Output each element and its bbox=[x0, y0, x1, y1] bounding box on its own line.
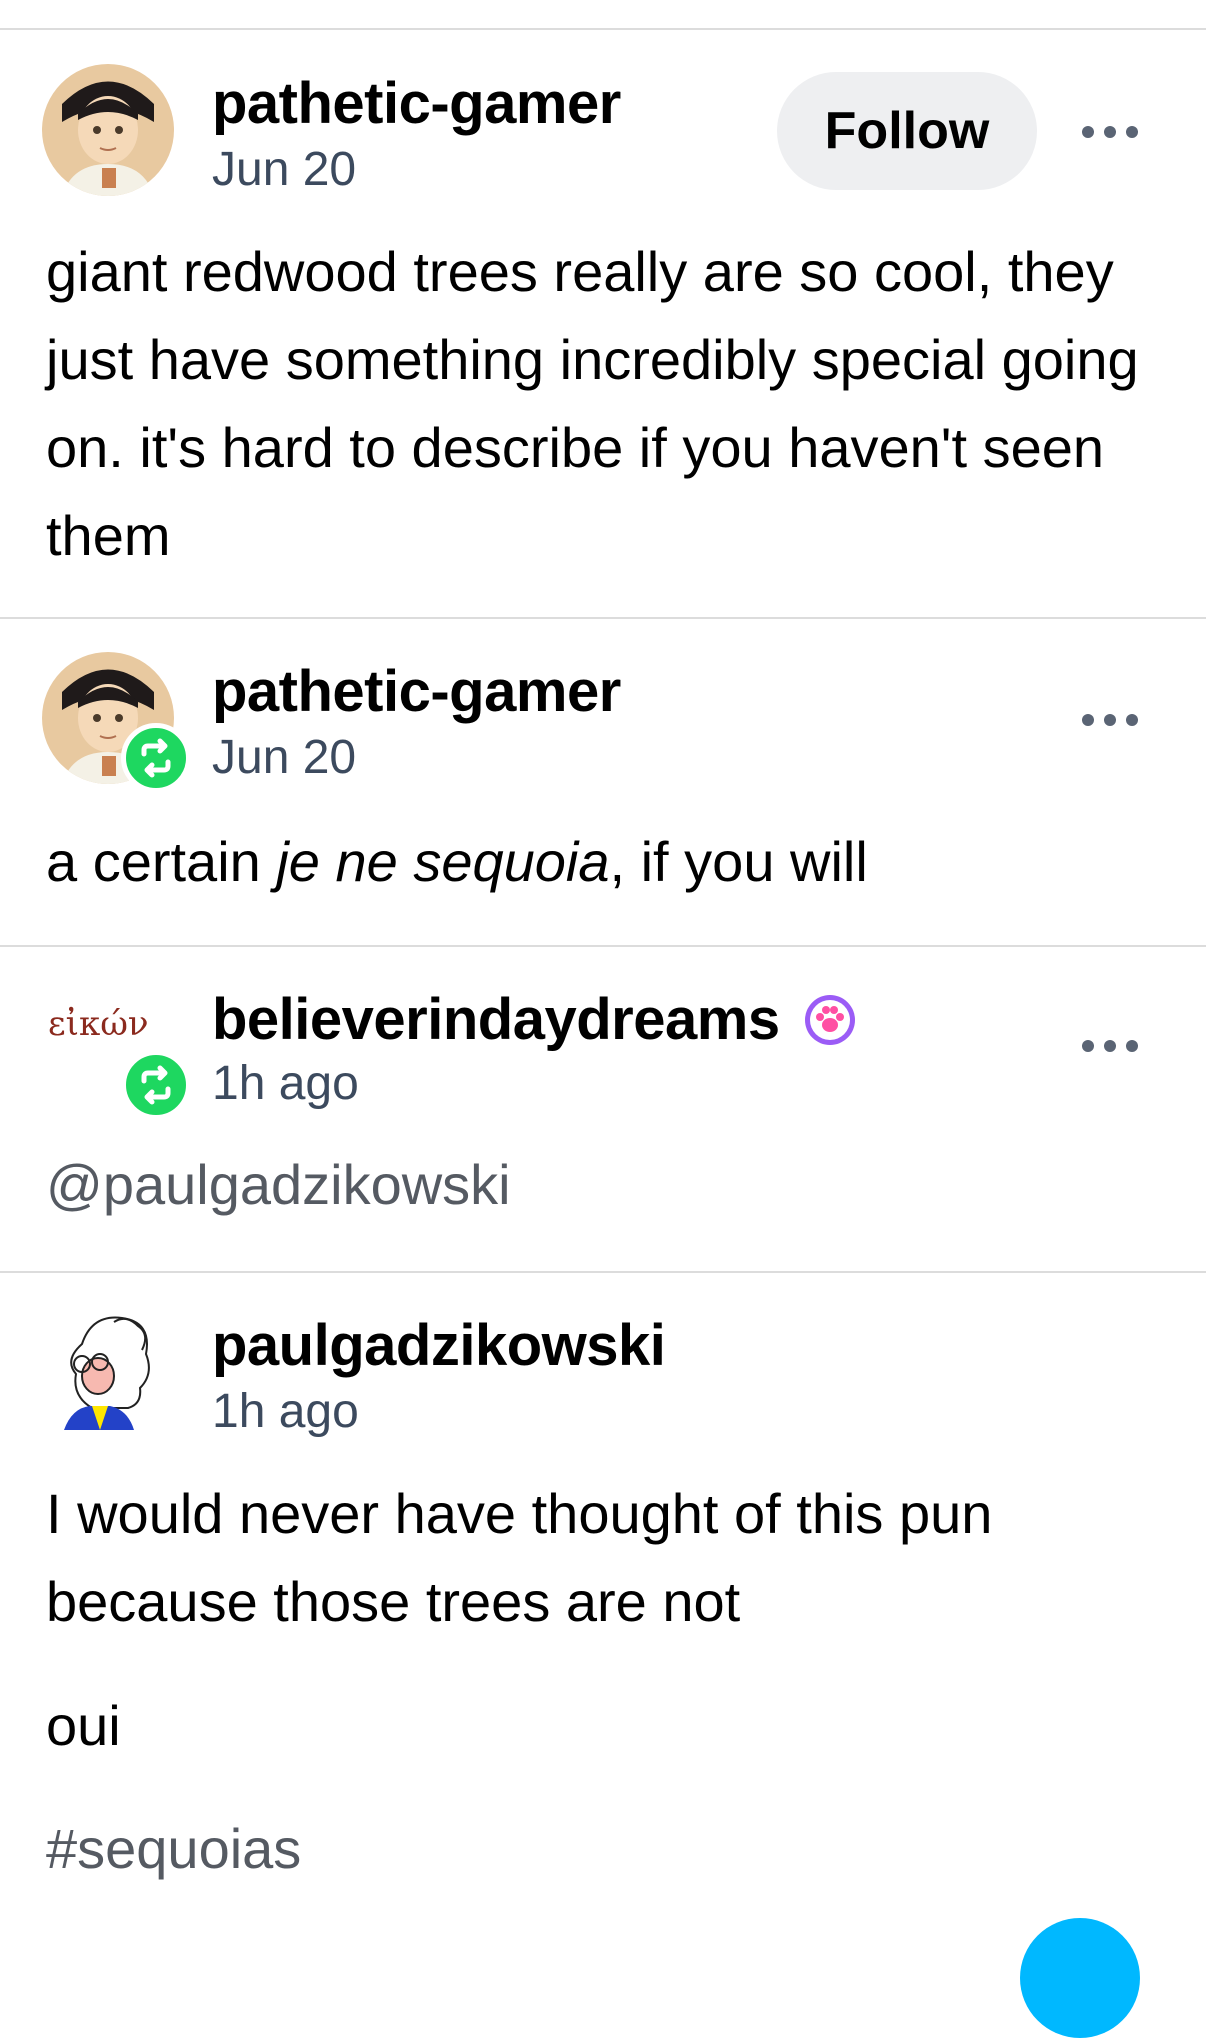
avatar[interactable] bbox=[42, 64, 174, 196]
paw-badge-icon bbox=[803, 993, 857, 1047]
reblog-icon bbox=[121, 723, 191, 793]
body-text: , if you will bbox=[609, 830, 868, 893]
username-text[interactable]: believerindaydreams bbox=[212, 987, 780, 1052]
mention-link[interactable]: @paulgadzikowski bbox=[46, 1152, 511, 1217]
post-body: giant redwood trees really are so cool, … bbox=[46, 240, 1139, 567]
more-horizontal-icon[interactable] bbox=[1080, 122, 1140, 142]
post-username[interactable]: pathetic-gamer bbox=[212, 70, 621, 137]
post-body: I would never have thought of this pun b… bbox=[46, 1482, 993, 1633]
post-username[interactable]: paulgadzikowski bbox=[212, 1312, 666, 1379]
divider bbox=[0, 945, 1206, 947]
post-timestamp[interactable]: Jun 20 bbox=[212, 142, 356, 197]
post-timestamp[interactable]: Jun 20 bbox=[212, 730, 356, 785]
post-username[interactable]: believerindaydreams bbox=[212, 986, 857, 1053]
post-body: oui bbox=[46, 1694, 121, 1757]
divider bbox=[0, 28, 1206, 30]
hashtag[interactable]: #sequoias bbox=[46, 1816, 301, 1881]
avatar[interactable] bbox=[42, 1304, 174, 1436]
post-body: a certain je ne sequoia, if you will bbox=[46, 818, 1166, 906]
divider bbox=[0, 617, 1206, 619]
body-italic: je ne sequoia bbox=[276, 830, 610, 893]
follow-button[interactable]: Follow bbox=[777, 72, 1037, 190]
post-timestamp[interactable]: 1h ago bbox=[212, 1384, 359, 1439]
divider bbox=[0, 1271, 1206, 1273]
more-horizontal-icon[interactable] bbox=[1080, 710, 1140, 730]
avatar-logo-text: εἰκών bbox=[48, 1004, 149, 1044]
reblog-icon bbox=[121, 1050, 191, 1120]
body-text: a certain bbox=[46, 830, 277, 893]
floating-action-button[interactable] bbox=[1020, 1918, 1140, 2038]
avatar-image bbox=[42, 64, 174, 196]
post-timestamp[interactable]: 1h ago bbox=[212, 1056, 359, 1111]
more-horizontal-icon[interactable] bbox=[1080, 1036, 1140, 1056]
post-username[interactable]: pathetic-gamer bbox=[212, 658, 621, 725]
avatar-image bbox=[42, 1304, 174, 1436]
